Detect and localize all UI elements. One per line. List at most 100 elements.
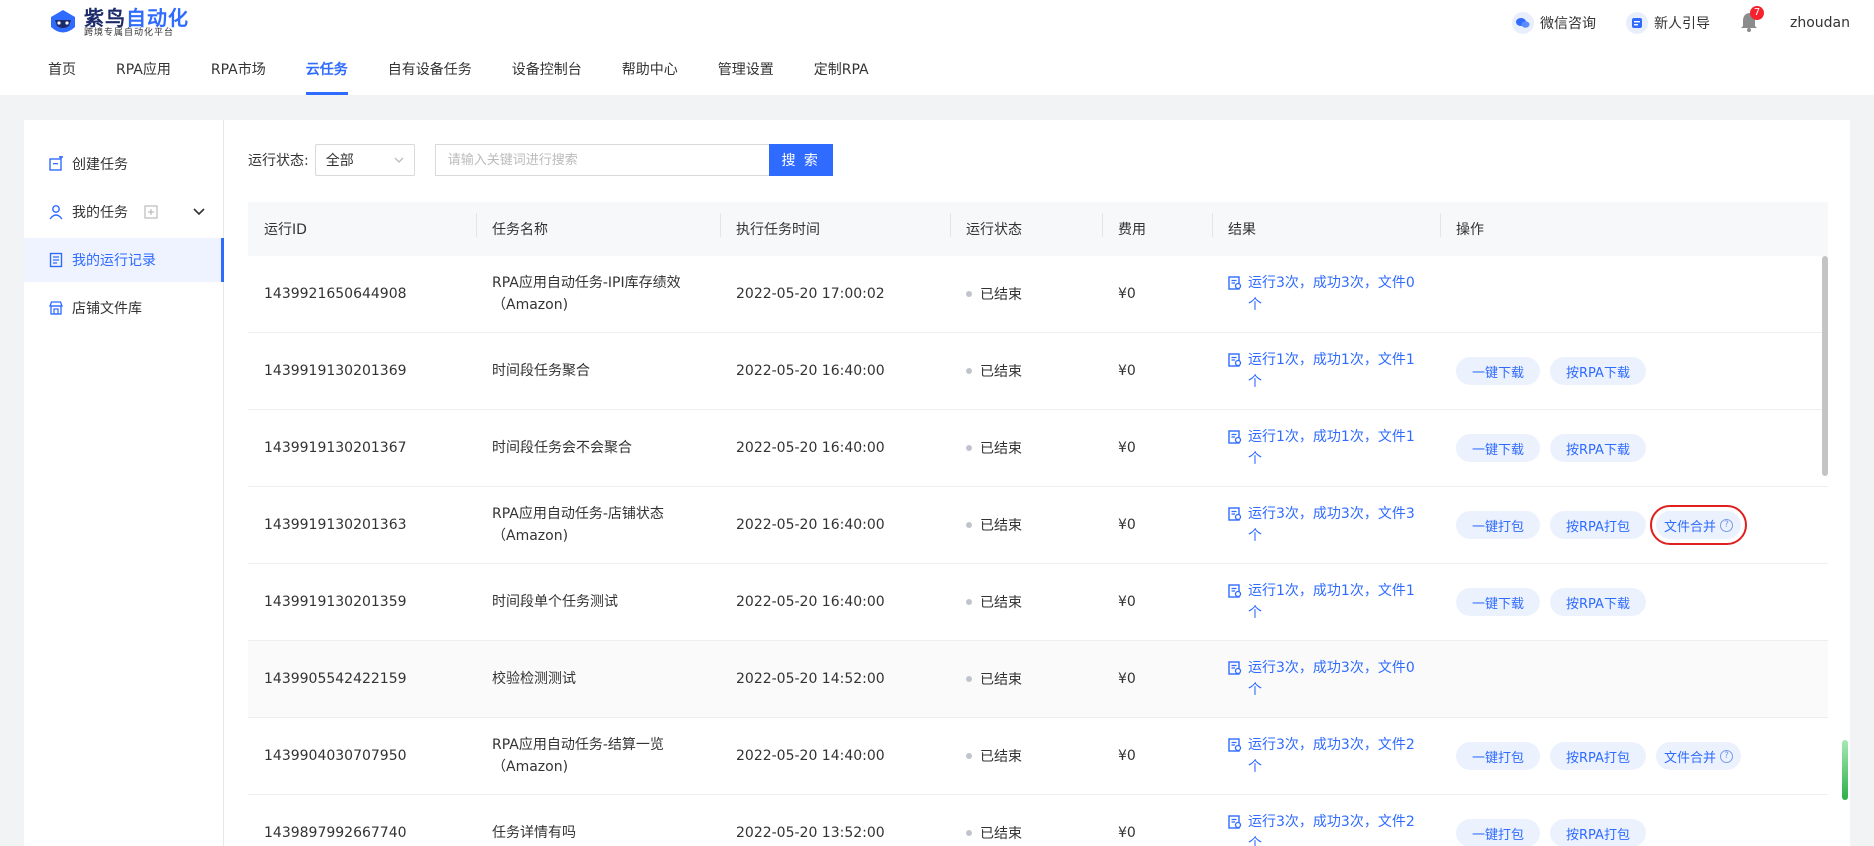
scrollbar-thumb[interactable] [1822,256,1828,476]
help-icon[interactable]: ? [1719,749,1733,763]
notification-bell[interactable]: 7 [1740,6,1764,34]
status-dot-icon [966,291,972,297]
newbie-guide-link[interactable]: 新人引导 [1626,12,1710,34]
download-all-button[interactable]: 一键下载 [1456,357,1541,385]
wechat-consult-label: 微信咨询 [1540,16,1596,32]
add-square-icon[interactable] [144,205,158,219]
run-id: 1439904030707950 [264,748,407,764]
result-summary: 运行3次，成功3次，文件0个 [1248,275,1415,313]
run-status: 已结束 [980,672,1022,688]
search-input[interactable] [434,144,769,176]
top-header: 紫鸟自动化 跨境专属自动化平台 微信咨询 新人引导 7 zhoudan 首页 R… [0,0,1874,95]
search-button[interactable]: 搜 索 [768,144,833,176]
row-actions: 一键打包 按RPA打包 文件合并? [1456,505,1828,545]
nav-rpa-apps[interactable]: RPA应用 [116,58,171,95]
brand-logo[interactable]: 紫鸟自动化 跨境专属自动化平台 [48,8,189,38]
sidebar-item-my-tasks[interactable]: 我的任务 [24,190,223,234]
pack-all-button[interactable]: 一键打包 [1456,511,1541,539]
result-link[interactable]: 运行3次，成功3次，文件0个 [1228,272,1440,316]
nav-cloud-tasks[interactable]: 云任务 [305,58,348,95]
nav-custom-rpa[interactable]: 定制RPA [814,58,869,95]
nav-rpa-market[interactable]: RPA市场 [211,58,266,95]
status-select-value: 全部 [325,153,354,169]
action-label: 一键下载 [1472,596,1525,612]
nav-own-device-tasks[interactable]: 自有设备任务 [388,58,472,95]
download-all-button[interactable]: 一键下载 [1456,434,1541,462]
download-by-rpa-button[interactable]: 按RPA下载 [1550,434,1646,462]
run-status: 已结束 [980,441,1022,457]
action-label: 按RPA下载 [1566,596,1630,612]
sidebar-item-label: 我的运行记录 [72,253,156,269]
result-link[interactable]: 运行1次，成功1次，文件1个 [1228,580,1440,624]
merge-files-button[interactable]: 文件合并? [1655,742,1741,770]
column-header: 操作 [1440,213,1828,239]
report-icon [1228,738,1242,752]
sidebar-item-run-records[interactable]: 我的运行记录 [24,238,224,282]
pack-by-rpa-button[interactable]: 按RPA打包 [1550,742,1646,770]
result-summary: 运行3次，成功3次，文件0个 [1248,660,1415,698]
user-menu[interactable]: zhoudan [1790,15,1850,31]
table-row: 1439919130201369 时间段任务聚合 2022-05-20 16:4… [248,333,1828,410]
run-id: 1439919130201359 [264,594,407,610]
table-row: 1439897992667740 任务详情有吗 2022-05-20 13:52… [248,795,1828,846]
column-header: 执行任务时间 [720,213,950,239]
sidebar-item-create-task[interactable]: 创建任务 [24,142,223,186]
row-actions: 一键下载 按RPA下载 [1456,588,1828,616]
table-row: 1439919130201359 时间段单个任务测试 2022-05-20 16… [248,564,1828,641]
report-icon [1228,353,1242,367]
download-by-rpa-button[interactable]: 按RPA下载 [1550,357,1646,385]
result-link[interactable]: 运行3次，成功3次，文件2个 [1228,811,1440,846]
table-row: 1439919130201367 时间段任务会不会聚合 2022-05-20 1… [248,410,1828,487]
guide-icon [1626,12,1648,34]
result-link[interactable]: 运行1次，成功1次，文件1个 [1228,426,1440,470]
main-card: 创建任务 我的任务 我的运行记录 店铺文件库 运行状态: 全部 搜 索 [24,120,1850,846]
run-id: 1439919130201367 [264,440,407,456]
store-icon [49,301,63,315]
nav-home[interactable]: 首页 [48,58,76,95]
status-dot-icon [966,830,972,836]
action-label: 一键打包 [1472,827,1525,843]
task-name: 时间段单个任务测试 [492,594,618,610]
status-filter-label: 运行状态: [248,153,309,169]
run-status: 已结束 [980,287,1022,303]
nav-help-center[interactable]: 帮助中心 [622,58,678,95]
action-label: 按RPA下载 [1566,442,1630,458]
result-link[interactable]: 运行1次，成功1次，文件1个 [1228,349,1440,393]
run-status: 已结束 [980,518,1022,534]
download-by-rpa-button[interactable]: 按RPA下载 [1550,588,1646,616]
result-summary: 运行1次，成功1次，文件1个 [1248,352,1415,390]
sidebar-item-store-files[interactable]: 店铺文件库 [24,286,223,330]
pack-all-button[interactable]: 一键打包 [1456,819,1541,846]
status-dot-icon [966,445,972,451]
floating-widget-handle[interactable] [1842,740,1848,800]
status-dot-icon [966,599,972,605]
help-icon[interactable]: ? [1719,518,1733,532]
result-link[interactable]: 运行3次，成功3次，文件2个 [1228,734,1440,778]
nav-device-console[interactable]: 设备控制台 [512,58,582,95]
sidebar: 创建任务 我的任务 我的运行记录 店铺文件库 [24,120,224,846]
run-status: 已结束 [980,595,1022,611]
wechat-icon [1512,12,1534,34]
run-status: 已结束 [980,364,1022,380]
status-select[interactable]: 全部 [314,144,415,176]
chevron-down-icon[interactable] [193,208,205,216]
run-fee: ¥0 [1118,594,1136,610]
result-link[interactable]: 运行3次，成功3次，文件0个 [1228,657,1440,701]
run-time: 2022-05-20 17:00:02 [736,286,885,302]
pack-all-button[interactable]: 一键打包 [1456,742,1541,770]
wechat-consult-link[interactable]: 微信咨询 [1512,12,1596,34]
table-row: 1439919130201363 RPA应用自动任务-店铺状态（Amazon) … [248,487,1828,564]
task-name: 时间段任务聚合 [492,363,590,379]
nav-settings[interactable]: 管理设置 [718,58,774,95]
download-all-button[interactable]: 一键下载 [1456,588,1541,616]
result-link[interactable]: 运行3次，成功3次，文件3个 [1228,503,1440,547]
pack-by-rpa-button[interactable]: 按RPA打包 [1550,511,1646,539]
task-name: 任务详情有吗 [492,825,576,841]
merge-files-button[interactable]: 文件合并? [1649,505,1747,545]
newbie-guide-label: 新人引导 [1654,16,1710,32]
action-label: 一键打包 [1472,750,1525,766]
table-row: 1439921650644908 RPA应用自动任务-IPI库存绩效（Amazo… [248,256,1828,333]
pack-by-rpa-button[interactable]: 按RPA打包 [1550,819,1646,846]
table-scrollbar[interactable] [1820,256,1828,846]
row-actions: 一键下载 按RPA下载 [1456,434,1828,462]
